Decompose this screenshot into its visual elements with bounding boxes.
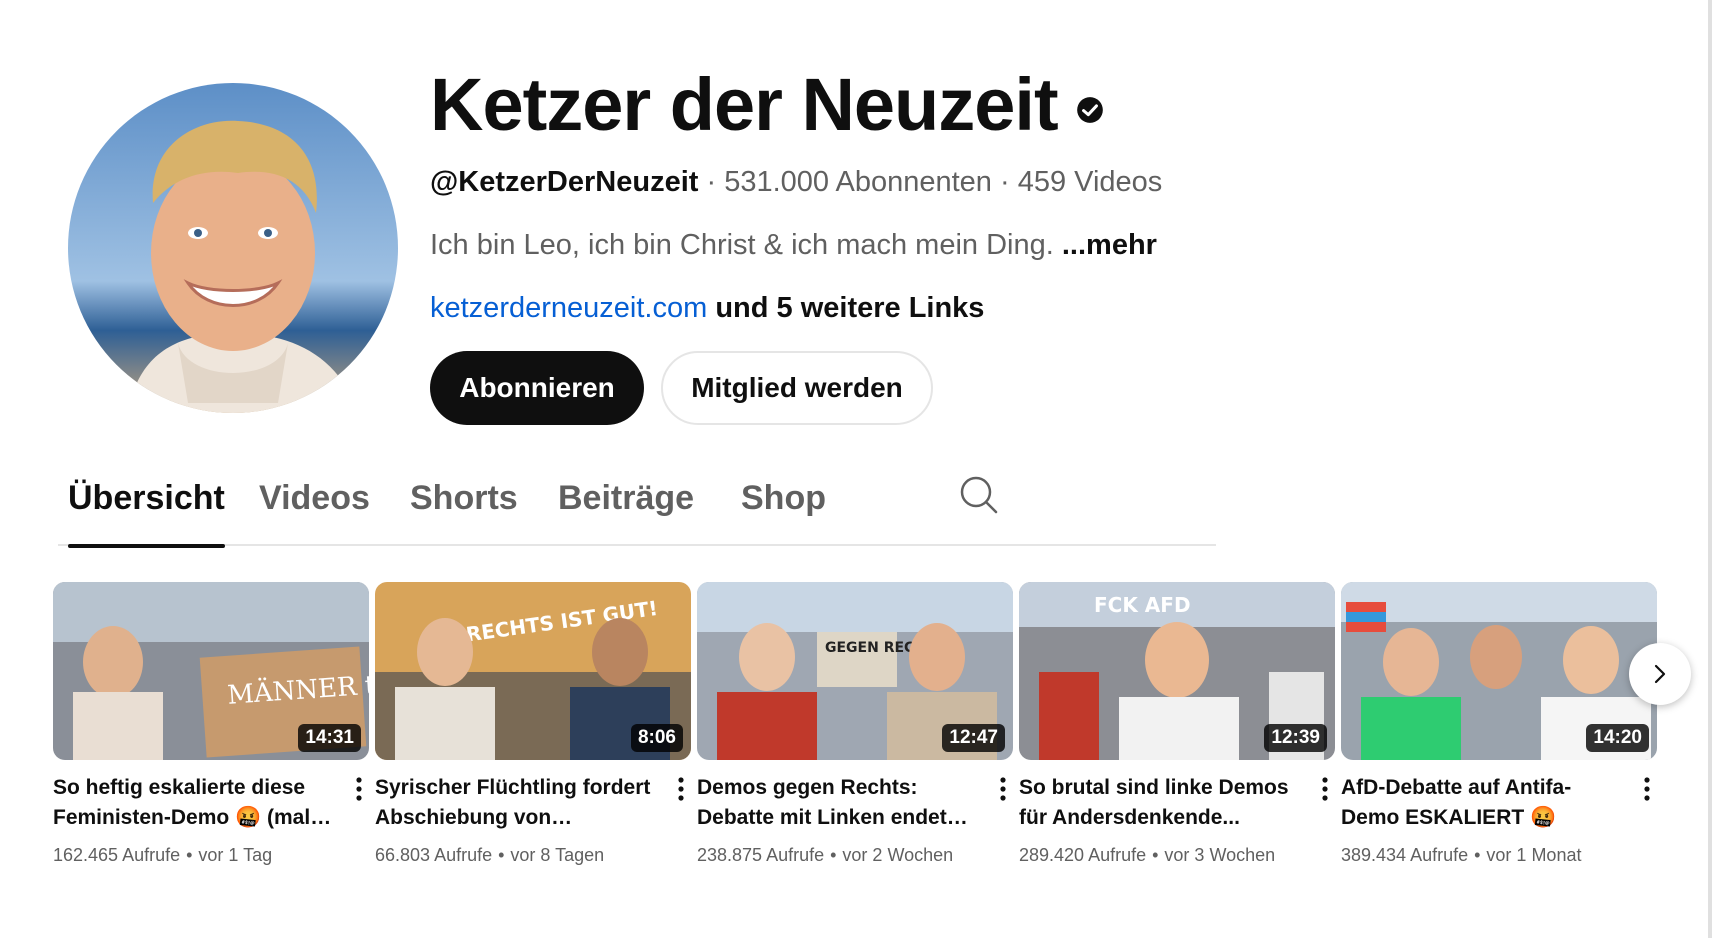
- channel-info: Ketzer der Neuzeit @KetzerDerNeuzeit · 5…: [430, 60, 1330, 425]
- channel-meta: @KetzerDerNeuzeit · 531.000 Abonnenten ·…: [430, 166, 1330, 199]
- video-card[interactable]: MÄNNER töten. 14:31 So heftig eskalierte…: [53, 582, 369, 866]
- tab-posts[interactable]: Beiträge: [558, 470, 694, 546]
- more-actions-icon[interactable]: [993, 774, 1013, 804]
- video-duration: 12:39: [1264, 724, 1327, 752]
- video-meta: 289.420 Aufrufe • vor 3 Wochen: [1019, 845, 1335, 866]
- search-icon[interactable]: [958, 474, 1000, 516]
- meta-dot: •: [1474, 845, 1481, 865]
- video-duration: 14:20: [1586, 724, 1649, 752]
- upload-age: vor 2 Wochen: [842, 845, 954, 865]
- more-actions-icon[interactable]: [349, 774, 369, 804]
- video-thumbnail[interactable]: FCK AFD 12:39: [1019, 582, 1335, 760]
- subscriber-count: 531.000 Abonnenten: [724, 166, 992, 198]
- view-count: 66.803 Aufrufe: [375, 845, 493, 865]
- video-title[interactable]: Syrischer Flüchtling fordert Abschiebung…: [375, 773, 655, 833]
- video-thumbnail[interactable]: RECHTS IST GUT! 8:06: [375, 582, 691, 760]
- channel-handle: @KetzerDerNeuzeit: [430, 166, 699, 198]
- description-text: Ich bin Leo, ich bin Christ & ich mach m…: [430, 229, 1054, 261]
- upload-age: vor 8 Tagen: [510, 845, 605, 865]
- upload-age: vor 3 Wochen: [1164, 845, 1276, 865]
- page-scrollbar[interactable]: [1708, 0, 1712, 938]
- channel-title: Ketzer der Neuzeit: [430, 63, 1059, 146]
- tab-shorts[interactable]: Shorts: [410, 470, 518, 546]
- tab-videos[interactable]: Videos: [259, 470, 370, 546]
- video-meta: 162.465 Aufrufe • vor 1 Tag: [53, 845, 369, 866]
- video-title[interactable]: Demos gegen Rechts: Debatte mit Linken e…: [697, 773, 977, 833]
- meta-dot: •: [186, 845, 193, 865]
- channel-description[interactable]: Ich bin Leo, ich bin Christ & ich mach m…: [430, 229, 1330, 262]
- video-title[interactable]: So heftig eskalierte diese Feministen-De…: [53, 773, 333, 833]
- verified-check-icon: [1076, 97, 1103, 123]
- view-count: 238.875 Aufrufe: [697, 845, 825, 865]
- video-duration: 12:47: [942, 724, 1005, 752]
- video-shelf: MÄNNER töten. 14:31 So heftig eskalierte…: [53, 582, 1663, 882]
- meta-dot: •: [830, 845, 837, 865]
- video-meta: 238.875 Aufrufe • vor 2 Wochen: [697, 845, 1013, 866]
- upload-age: vor 1 Monat: [1486, 845, 1582, 865]
- view-count: 162.465 Aufrufe: [53, 845, 181, 865]
- channel-tabs: Übersicht Videos Shorts Beiträge Shop: [58, 470, 1216, 548]
- view-count: 289.420 Aufrufe: [1019, 845, 1147, 865]
- subscribe-button[interactable]: Abonnieren: [430, 351, 644, 425]
- video-duration: 8:06: [630, 724, 683, 752]
- more-links-button[interactable]: und 5 weitere Links: [715, 292, 984, 324]
- video-card[interactable]: RECHTS IST GUT! 8:06 Syrischer Flüchtlin…: [375, 582, 691, 866]
- meta-separator: ·: [698, 166, 725, 198]
- meta-separator: ·: [991, 166, 1018, 198]
- meta-dot: •: [498, 845, 505, 865]
- shelf-next-button[interactable]: [1629, 643, 1691, 705]
- view-count: 389.434 Aufrufe: [1341, 845, 1469, 865]
- join-membership-button[interactable]: Mitglied werden: [661, 351, 933, 425]
- video-title[interactable]: AfD-Debatte auf Antifa-Demo ESKALIERT 🤬: [1341, 773, 1621, 833]
- meta-dot: •: [1152, 845, 1159, 865]
- tab-shop[interactable]: Shop: [741, 470, 826, 546]
- video-title[interactable]: So brutal sind linke Demos für Andersden…: [1019, 773, 1299, 833]
- chevron-right-icon: [1654, 664, 1666, 684]
- video-card[interactable]: FCK AFD 12:39 So brutal sind linke Demos…: [1019, 582, 1335, 866]
- upload-age: vor 1 Tag: [198, 845, 273, 865]
- tab-overview[interactable]: Übersicht: [68, 470, 225, 548]
- video-thumbnail[interactable]: 14:20: [1341, 582, 1657, 760]
- channel-website-link[interactable]: ketzerderneuzeit.com: [430, 292, 707, 324]
- channel-avatar[interactable]: [68, 83, 398, 413]
- channel-links: ketzerderneuzeit.com und 5 weitere Links: [430, 292, 1330, 325]
- video-duration: 14:31: [298, 724, 361, 752]
- video-thumbnail[interactable]: MÄNNER töten. 14:31: [53, 582, 369, 760]
- avatar-photo: [68, 83, 398, 413]
- video-thumbnail[interactable]: GEGEN RECHTS 12:47: [697, 582, 1013, 760]
- more-actions-icon[interactable]: [1637, 774, 1657, 804]
- video-meta: 66.803 Aufrufe • vor 8 Tagen: [375, 845, 691, 866]
- video-count: 459 Videos: [1017, 166, 1163, 198]
- video-meta: 389.434 Aufrufe • vor 1 Monat: [1341, 845, 1657, 866]
- thumbnail-caption: FCK AFD: [1094, 593, 1191, 617]
- more-actions-icon[interactable]: [671, 774, 691, 804]
- description-more-link[interactable]: ...mehr: [1062, 229, 1157, 261]
- video-card[interactable]: 14:20 AfD-Debatte auf Antifa-Demo ESKALI…: [1341, 582, 1657, 866]
- more-actions-icon[interactable]: [1315, 774, 1335, 804]
- video-card[interactable]: GEGEN RECHTS 12:47 Demos gegen Rechts: D…: [697, 582, 1013, 866]
